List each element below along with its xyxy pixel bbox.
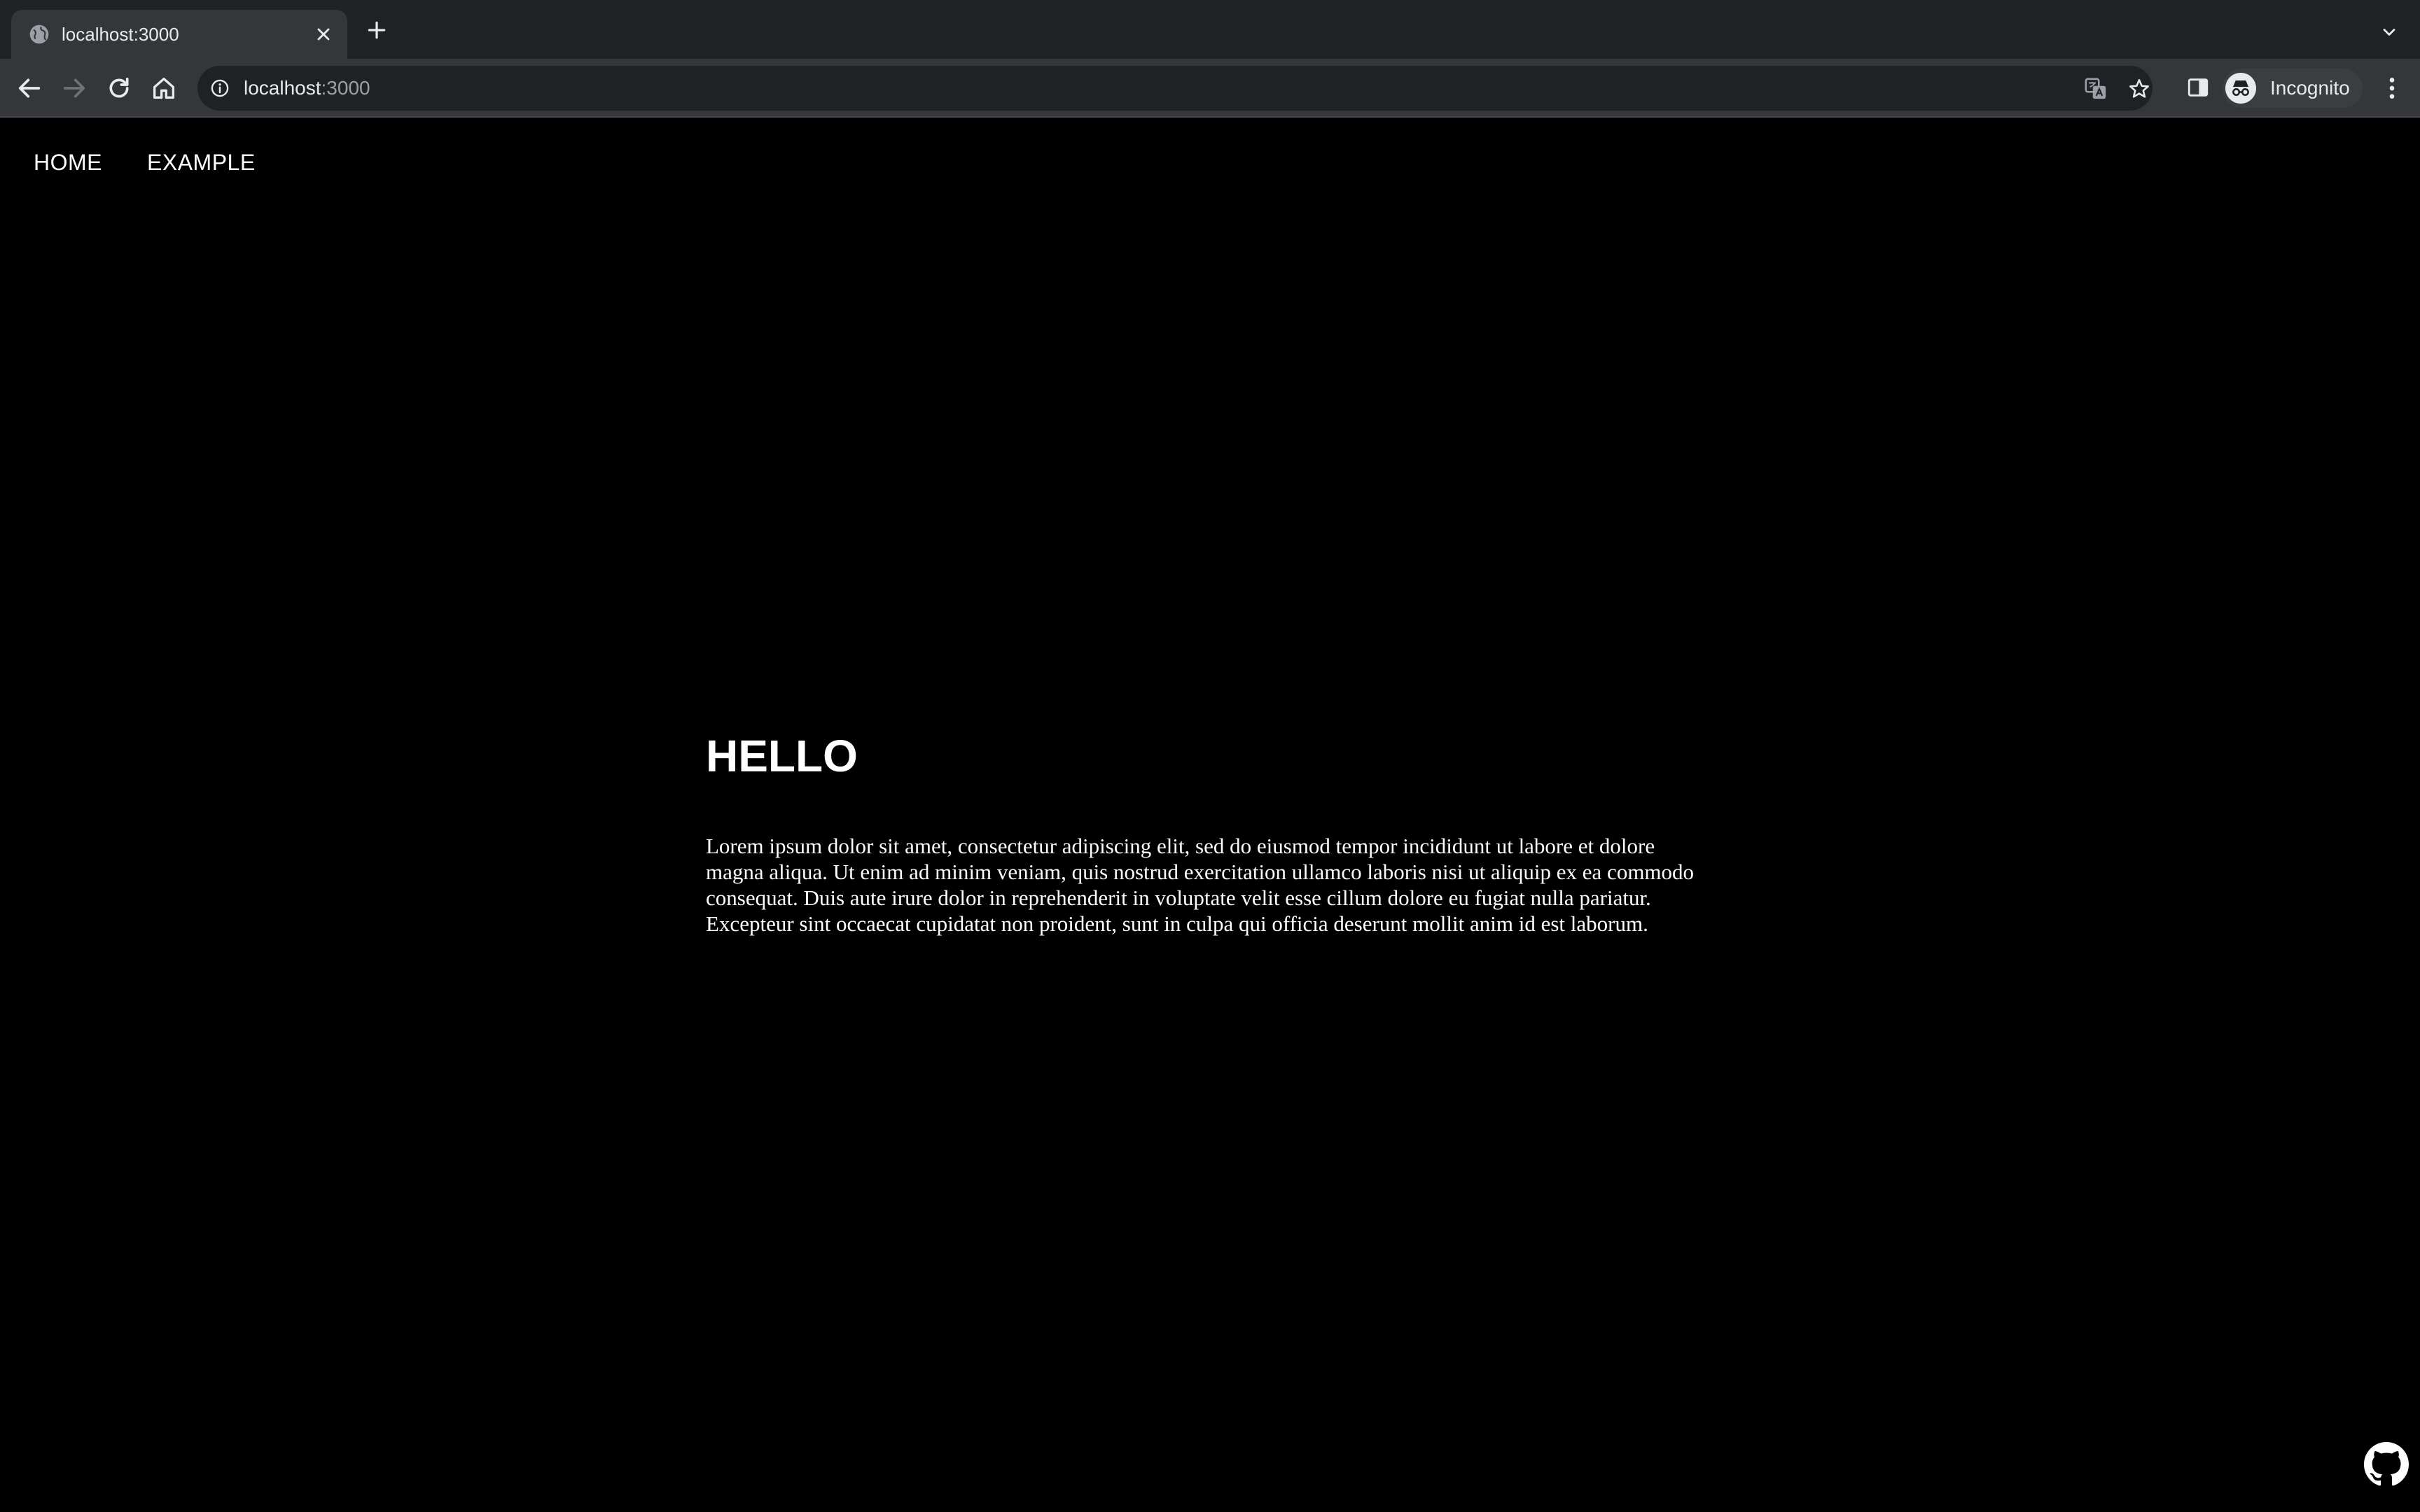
url-host: localhost <box>244 77 321 99</box>
page-viewport: HOME EXAMPLE HELLO Lorem ipsum dolor sit… <box>0 119 2420 1512</box>
kebab-menu-icon[interactable] <box>2378 74 2406 102</box>
close-icon[interactable] <box>314 24 333 44</box>
page-heading: HELLO <box>706 731 858 781</box>
star-icon[interactable] <box>2127 77 2151 101</box>
incognito-profile-button[interactable]: Incognito <box>2223 69 2363 108</box>
chevron-down-icon[interactable] <box>2379 22 2399 42</box>
plus-icon[interactable] <box>366 19 388 41</box>
incognito-label: Incognito <box>2270 77 2350 99</box>
main-content: HELLO Lorem ipsum dolor sit amet, consec… <box>706 728 1714 937</box>
info-icon[interactable] <box>210 78 230 98</box>
tab-strip: localhost:3000 <box>0 0 2420 59</box>
forward-arrow-icon[interactable] <box>60 74 88 102</box>
side-panel-icon[interactable] <box>2186 76 2210 99</box>
url-text[interactable]: localhost:3000 <box>244 66 370 111</box>
globe-icon <box>29 24 49 44</box>
url-port: :3000 <box>321 77 370 99</box>
nav-link-example[interactable]: EXAMPLE <box>147 150 256 176</box>
github-icon[interactable] <box>2364 1442 2409 1487</box>
reload-icon[interactable] <box>105 74 133 102</box>
incognito-icon <box>2225 73 2256 104</box>
back-arrow-icon[interactable] <box>15 74 43 102</box>
body-paragraph: Lorem ipsum dolor sit amet, consectetur … <box>706 834 1695 936</box>
translate-icon[interactable] <box>2084 77 2108 101</box>
home-icon[interactable] <box>150 74 178 102</box>
address-bar[interactable]: localhost:3000 <box>197 66 2153 111</box>
nav-link-home[interactable]: HOME <box>34 150 102 176</box>
browser-toolbar: localhost:3000 Incognito <box>0 59 2420 118</box>
browser-tab[interactable]: localhost:3000 <box>11 10 347 59</box>
site-nav: HOME EXAMPLE <box>34 150 256 176</box>
tab-title: localhost:3000 <box>62 24 179 45</box>
